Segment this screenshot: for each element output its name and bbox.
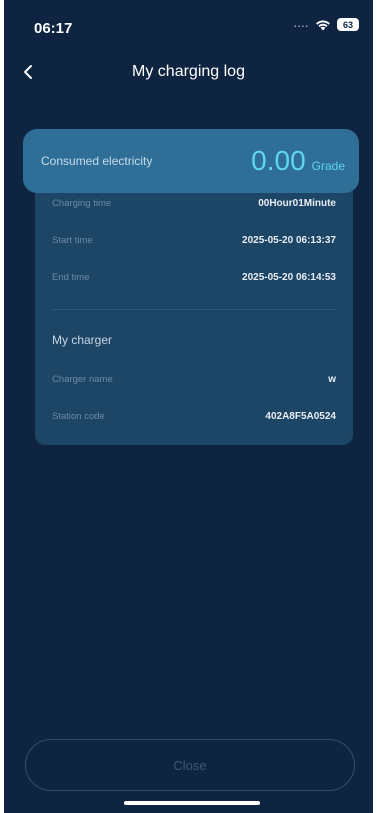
consumed-electricity-card: Consumed electricity 0.00 Grade [23, 129, 359, 193]
screen: 06:17 .... 63 My charging log Charging t… [4, 0, 373, 813]
page-title: My charging log [132, 63, 245, 80]
charging-time-value: 00Hour01Minute [258, 198, 336, 209]
station-code-label: Station code [52, 411, 105, 422]
station-code-row: Station code 402A8F5A0524 [52, 411, 336, 422]
start-time-row: Start time 2025-05-20 06:13:37 [52, 235, 336, 246]
nav-bar: My charging log [4, 52, 373, 92]
charging-time-row: Charging time 00Hour01Minute [52, 198, 336, 209]
back-button[interactable] [14, 58, 42, 86]
charging-details-card: Charging time 00Hour01Minute Start time … [35, 171, 353, 445]
status-bar: 06:17 .... 63 [4, 0, 373, 48]
charger-name-value: w [328, 374, 336, 385]
consumed-electricity-label: Consumed electricity [41, 154, 153, 168]
chevron-left-icon [24, 65, 32, 79]
divider [52, 309, 336, 310]
charger-name-row: Charger name w [52, 374, 336, 385]
status-indicators: .... 63 [294, 18, 359, 31]
status-time: 06:17 [34, 20, 73, 37]
wifi-icon [315, 19, 331, 31]
consumed-electricity-value: 0.00 [251, 145, 306, 176]
end-time-label: End time [52, 272, 90, 283]
charging-time-label: Charging time [52, 198, 112, 209]
station-code-value: 402A8F5A0524 [265, 411, 336, 422]
charger-name-label: Charger name [52, 374, 113, 385]
consumed-electricity-readout: 0.00 Grade [251, 145, 345, 177]
start-time-value: 2025-05-20 06:13:37 [242, 235, 336, 246]
end-time-value: 2025-05-20 06:14:53 [242, 272, 336, 283]
battery-icon: 63 [337, 18, 359, 31]
start-time-label: Start time [52, 235, 93, 246]
consumed-electricity-unit: Grade [311, 159, 345, 173]
signal-icon: .... [293, 19, 309, 30]
close-button[interactable]: Close [25, 739, 355, 791]
my-charger-heading: My charger [52, 333, 113, 347]
end-time-row: End time 2025-05-20 06:14:53 [52, 272, 336, 283]
home-indicator [124, 801, 260, 805]
